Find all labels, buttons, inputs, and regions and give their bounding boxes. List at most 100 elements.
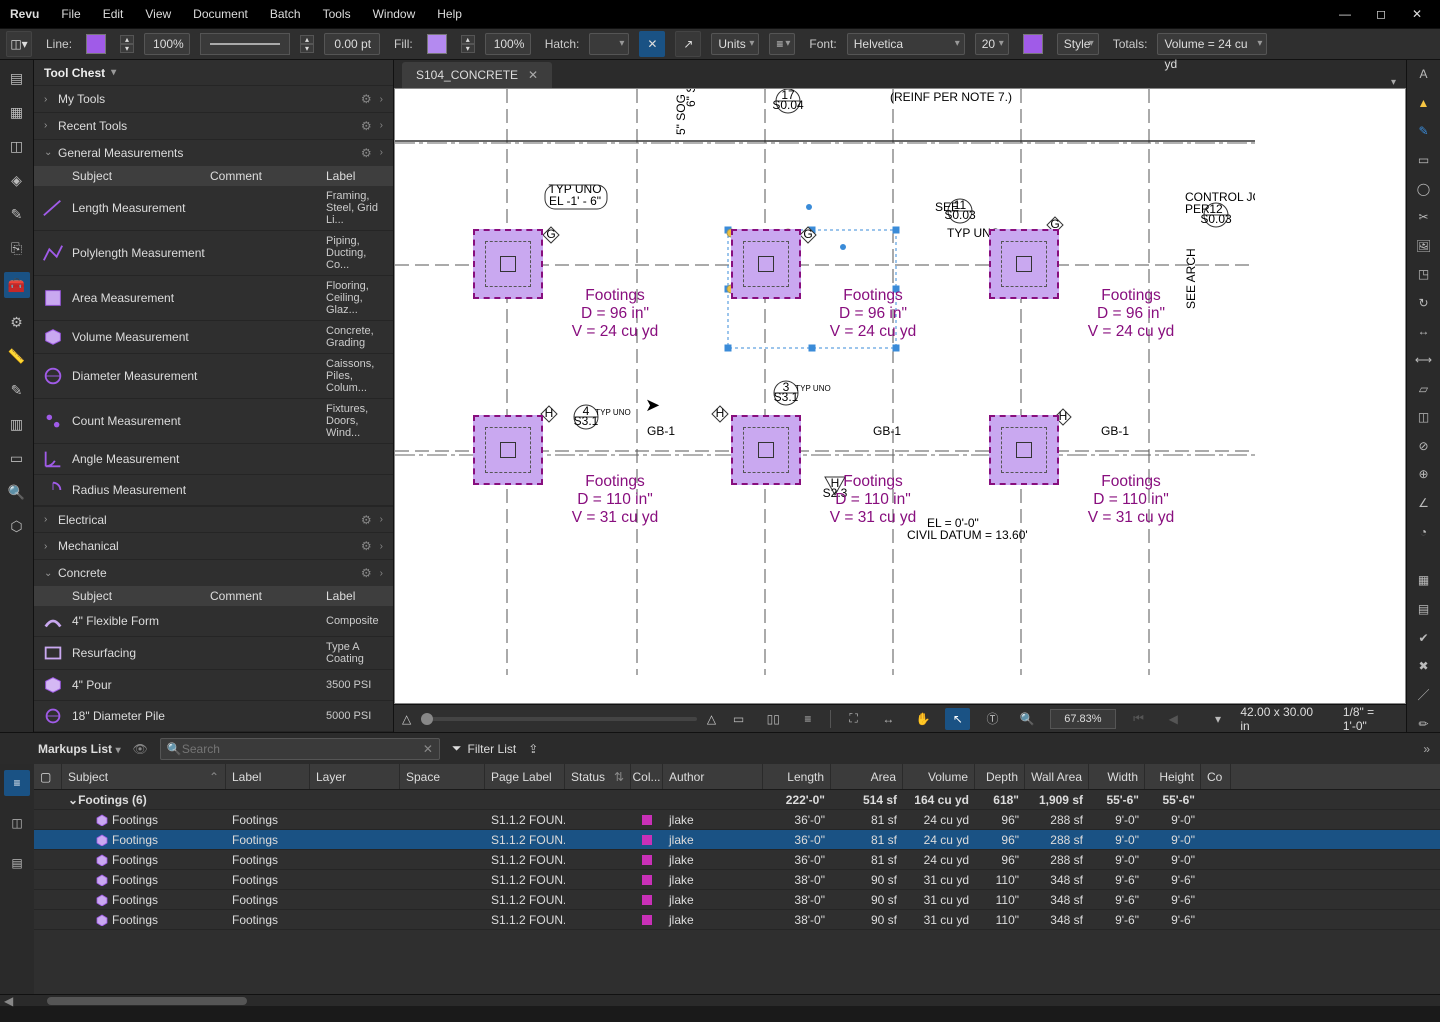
drawing-canvas[interactable]: G G G H H H 3S3.1 TYP UNO 4S3.1 TYP UNO … (394, 88, 1406, 704)
markups-doc-icon[interactable]: ▤ (4, 850, 30, 876)
rail-file-access-icon[interactable]: ▤ (7, 68, 27, 88)
markups-row[interactable]: Footings Footings S1.1.2 FOUN... jlake 3… (34, 910, 1440, 930)
menu-revu[interactable]: Revu (10, 7, 39, 21)
font-size-dropdown[interactable]: 20 (975, 33, 1009, 55)
rr-width-icon[interactable]: ⟷ (1414, 352, 1434, 369)
two-page-icon[interactable]: ▯▯ (761, 708, 786, 730)
pan-icon[interactable]: ✋ (911, 708, 936, 730)
rr-area-icon[interactable]: ▱ (1414, 380, 1434, 397)
footing-markup[interactable] (731, 415, 801, 485)
markups-row[interactable]: Footings Footings S1.1.2 FOUN... jlake 3… (34, 850, 1440, 870)
window-maximize[interactable]: ◻ (1374, 7, 1388, 21)
markups-title[interactable]: Markups List ▾ (38, 741, 121, 756)
rail-layers-icon[interactable]: ◈ (7, 170, 27, 190)
tool-row[interactable]: 4" Flexible FormComposite (34, 606, 393, 637)
markups-row[interactable]: Footings Footings S1.1.2 FOUN... jlake 3… (34, 890, 1440, 910)
rr-image-icon[interactable]: 🖼 (1414, 237, 1434, 254)
section-mechanical[interactable]: ›Mechanical⚙› (34, 532, 393, 559)
rr-circle-icon[interactable]: ◯ (1414, 180, 1434, 197)
markups-3d-icon[interactable]: ◫ (4, 810, 30, 836)
tool-row[interactable]: Diameter MeasurementCaissons, Piles, Col… (34, 354, 393, 399)
units-dropdown[interactable]: Units (711, 33, 759, 55)
rail-measure-icon[interactable]: 📏 (7, 346, 27, 366)
line-color-swatch[interactable] (86, 34, 106, 54)
rr-volume-icon[interactable]: ◫ (1414, 409, 1434, 426)
rr-pen-icon[interactable]: ✎ (1414, 123, 1434, 140)
markups-list-icon[interactable]: ≡ (4, 770, 30, 796)
markups-overflow-icon[interactable]: » (1423, 742, 1430, 756)
rr-line-icon[interactable]: ／ (1414, 686, 1434, 703)
tool-row[interactable]: 4" Pour3500 PSI (34, 670, 393, 701)
gear-icon[interactable]: ⚙ (361, 146, 372, 160)
gear-icon[interactable]: ⚙ (361, 513, 372, 527)
rr-crop-icon[interactable]: ◳ (1414, 266, 1434, 283)
snap-button[interactable]: ✕ (639, 31, 665, 57)
menu-batch[interactable]: Batch (270, 7, 301, 21)
hatch-dropdown[interactable] (589, 33, 629, 55)
rr-group1-icon[interactable]: ▦ (1414, 572, 1434, 589)
rr-shape-icon[interactable]: ▭ (1414, 152, 1434, 169)
tool-row[interactable]: Volume MeasurementConcrete, Grading (34, 321, 393, 354)
menu-window[interactable]: Window (373, 7, 416, 21)
panel-title[interactable]: Tool Chest▾ (34, 60, 393, 85)
markups-row[interactable]: Footings Footings S1.1.2 FOUN... jlake 3… (34, 830, 1440, 850)
single-page-icon[interactable]: ▭ (726, 708, 751, 730)
rr-rotate-icon[interactable]: ↻ (1414, 295, 1434, 312)
section-concrete[interactable]: ⌄Concrete⚙› (34, 559, 393, 586)
footing-markup[interactable] (989, 229, 1059, 299)
rail-corner-icon[interactable]: ⬡ (7, 516, 27, 536)
font-color-swatch[interactable] (1023, 34, 1043, 54)
page-slider[interactable] (421, 717, 697, 721)
tab-overflow-icon[interactable]: ▾ (1391, 77, 1396, 88)
tool-row[interactable]: Polylength MeasurementPiping, Ducting, C… (34, 231, 393, 276)
rr-text-icon[interactable]: A (1414, 66, 1434, 83)
warning-icon[interactable]: △ (402, 712, 411, 726)
rail-forms-icon[interactable]: ✎ (7, 380, 27, 400)
tool-row[interactable]: Length MeasurementFraming, Steel, Grid L… (34, 186, 393, 231)
tool-row[interactable]: Count MeasurementFixtures, Doors, Wind..… (34, 399, 393, 444)
rail-links-icon[interactable]: ⎘ (7, 238, 27, 258)
section-my-tools[interactable]: ›My Tools⚙› (34, 85, 393, 112)
rr-radius-icon[interactable]: ◔ (1414, 523, 1434, 540)
tool-row[interactable]: Radius Measurement (34, 475, 393, 506)
markups-search[interactable]: 🔍 ✕ (160, 738, 440, 760)
gear-icon[interactable]: ⚙ (361, 119, 372, 133)
footing-markup[interactable] (473, 415, 543, 485)
rail-bookmarks-icon[interactable]: ◫ (7, 136, 27, 156)
menu-help[interactable]: Help (437, 7, 462, 21)
fit-width-icon[interactable]: ↔ (876, 708, 901, 730)
tool-row[interactable]: 18" Diameter Pile5000 PSI (34, 701, 393, 732)
clear-search-icon[interactable]: ✕ (423, 742, 433, 756)
fill-opacity-spinner[interactable]: ▴▾ (461, 35, 475, 53)
line-width-spinner[interactable]: ▴▾ (300, 35, 314, 53)
window-minimize[interactable]: — (1338, 7, 1352, 21)
filter-list-button[interactable]: ⏷Filter List (452, 741, 516, 756)
markups-table-header[interactable]: ▢ Subject⌃ Label Layer Space Page Label … (34, 764, 1440, 790)
export-icon[interactable]: ⇪ (528, 742, 538, 756)
menu-edit[interactable]: Edit (103, 7, 124, 21)
line-opacity-spinner[interactable]: ▴▾ (120, 35, 134, 53)
section-electrical[interactable]: ›Electrical⚙› (34, 506, 393, 533)
rail-thumbnails-icon[interactable]: ▦ (7, 102, 27, 122)
menu-view[interactable]: View (145, 7, 171, 21)
rr-length-icon[interactable]: ↔ (1414, 323, 1434, 340)
page-nav-dropdown[interactable]: ▾ (1206, 708, 1231, 730)
zoom-field[interactable]: 67.83% (1050, 709, 1117, 729)
style-dropdown[interactable]: Style (1057, 33, 1099, 55)
rr-highlight-icon[interactable]: ▲ (1414, 95, 1434, 112)
prev-page-icon[interactable]: ◀ (1161, 708, 1186, 730)
footing-markup[interactable] (731, 229, 801, 299)
markups-search-input[interactable] (182, 742, 423, 756)
continuous-icon[interactable]: ≡ (796, 708, 821, 730)
footing-markup[interactable] (473, 229, 543, 299)
rail-toolchest-icon[interactable]: 🧰 (4, 272, 30, 298)
rr-pencil-icon[interactable]: ✏ (1414, 715, 1434, 732)
tool-row[interactable]: Angle Measurement (34, 444, 393, 475)
rr-cut-icon[interactable]: ✂ (1414, 209, 1434, 226)
visibility-icon[interactable]: 👁 (133, 742, 148, 756)
warning-icon-2[interactable]: △ (707, 712, 716, 726)
section-general-measurements[interactable]: ⌄General Measurements⚙› (34, 139, 393, 166)
rr-cross-icon[interactable]: ✖ (1414, 658, 1434, 675)
gear-icon[interactable]: ⚙ (361, 539, 372, 553)
markups-hscroll[interactable]: ◀ (0, 994, 1440, 1006)
